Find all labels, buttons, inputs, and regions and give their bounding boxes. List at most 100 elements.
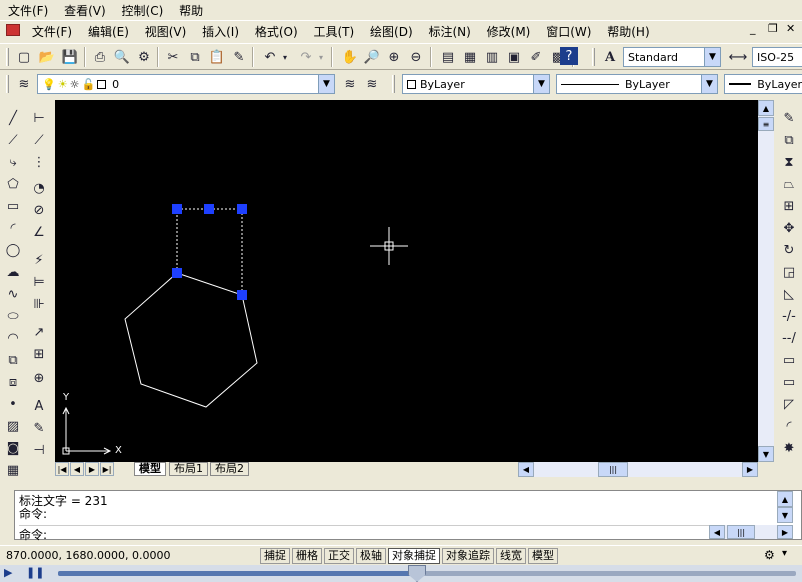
drawing-horizontal-scrollbar[interactable]: ◀ ||| ▶ [518, 462, 758, 477]
make-current-layer-icon[interactable]: ≋ [340, 74, 360, 94]
layer-manager-icon[interactable]: ≋ [14, 74, 34, 94]
tab-layout2[interactable]: 布局2 [210, 462, 249, 476]
rectangle-icon[interactable]: ▭ [3, 196, 23, 216]
dimension-edit-icon[interactable]: A [29, 396, 49, 416]
hatch-icon[interactable]: ▨ [3, 416, 23, 436]
extend-icon[interactable]: --/ [779, 328, 799, 348]
revision-cloud-icon[interactable]: ☁ [3, 262, 23, 282]
menu-file[interactable]: 文件(F) [0, 0, 54, 21]
scroll-thumb[interactable]: ≡ [758, 117, 774, 131]
app-menu-format[interactable]: 格式(O) [249, 21, 304, 42]
layer-previous-icon[interactable]: ≋ [362, 74, 382, 94]
toggle-model[interactable]: 模型 [528, 548, 558, 564]
sun-icon[interactable]: ☀ [58, 78, 68, 91]
scale-icon[interactable]: ◲ [779, 262, 799, 282]
properties-icon[interactable]: ▤ [438, 47, 458, 67]
tab-model[interactable]: 模型 [134, 462, 166, 476]
app-menu-window[interactable]: 窗口(W) [540, 21, 597, 42]
make-block-icon[interactable]: ⧈ [3, 372, 23, 392]
color-select[interactable]: ByLayer ▼ [402, 74, 550, 94]
table-icon[interactable]: ▦ [3, 460, 23, 480]
array-icon[interactable]: ⊞ [779, 196, 799, 216]
print-preview-icon[interactable]: 🔍 [112, 47, 132, 67]
coordinate-readout[interactable]: 870.0000, 1680.0000, 0.0000 [6, 549, 170, 562]
drawing-vertical-scrollbar[interactable]: ▲ ≡ ▼ [758, 100, 774, 462]
match-properties-icon[interactable]: ✎ [229, 47, 249, 67]
tab-layout1[interactable]: 布局1 [169, 462, 208, 476]
grip-point[interactable] [237, 290, 247, 300]
scroll-thumb[interactable]: ||| [727, 525, 755, 539]
command-horizontal-scrollbar[interactable]: ◀ ||| ▶ [709, 525, 793, 539]
copy-object-icon[interactable]: ⧉ [779, 130, 799, 150]
scroll-down-icon[interactable]: ▼ [777, 507, 793, 523]
mirror-icon[interactable]: ⧗ [779, 152, 799, 172]
restore-button[interactable]: ❐ [768, 22, 778, 35]
tab-next-icon[interactable]: ▶ [85, 462, 99, 476]
layer-select[interactable]: 💡 ☀ ☼ 🔓 0 ▼ [37, 74, 335, 94]
point-icon[interactable]: • [3, 394, 23, 414]
app-menu-help[interactable]: 帮助(H) [601, 21, 655, 42]
chamfer-icon[interactable]: ◸ [779, 394, 799, 414]
app-menu-dimension[interactable]: 标注(N) [422, 21, 476, 42]
line-icon[interactable]: ╱ [3, 108, 23, 128]
toggle-snap[interactable]: 捕捉 [260, 548, 290, 564]
polygon-icon[interactable]: ⬠ [3, 174, 23, 194]
lightbulb-icon[interactable]: 💡 [42, 78, 56, 91]
scroll-left-icon[interactable]: ◀ [518, 462, 534, 477]
break-icon[interactable]: ▭ [779, 372, 799, 392]
ellipse-icon[interactable]: ⬭ [3, 306, 23, 326]
arc-icon[interactable]: ◜ [3, 218, 23, 238]
dimension-text-edit-icon[interactable]: ✎ [29, 418, 49, 438]
command-vertical-scrollbar[interactable]: ▲ ▼ [777, 491, 793, 523]
stretch-icon[interactable]: ◺ [779, 284, 799, 304]
ordinate-dimension-icon[interactable]: ⋮ [29, 152, 49, 172]
chevron-down-icon[interactable]: ▼ [533, 75, 549, 93]
radius-dimension-icon[interactable]: ◔ [29, 178, 49, 198]
rotate-icon[interactable]: ↻ [779, 240, 799, 260]
zoom-previous-icon[interactable]: ⊖ [406, 47, 426, 67]
app-menu-draw[interactable]: 绘图(D) [364, 21, 419, 42]
pan-icon[interactable]: ✋ [340, 47, 360, 67]
close-button[interactable]: ✕ [786, 22, 795, 35]
app-menu-modify[interactable]: 修改(M) [481, 21, 537, 42]
design-center-icon[interactable]: ▦ [460, 47, 480, 67]
app-menu-edit[interactable]: 编辑(E) [82, 21, 135, 42]
open-icon[interactable]: 📂 [37, 47, 57, 67]
zoom-window-icon[interactable]: ⊕ [384, 47, 404, 67]
tray-settings-icon[interactable]: ⚙ [764, 548, 775, 562]
text-style-icon[interactable]: A [600, 47, 620, 67]
fillet-icon[interactable]: ◜ [779, 416, 799, 436]
toggle-otrack[interactable]: 对象追踪 [442, 548, 494, 564]
toolbar-grip[interactable] [392, 75, 395, 93]
tolerance-icon[interactable]: ⊞ [29, 344, 49, 364]
new-icon[interactable]: ▢ [14, 47, 34, 67]
menu-control[interactable]: 控制(C) [116, 0, 170, 21]
ellipse-arc-icon[interactable]: ◠ [3, 328, 23, 348]
spline-icon[interactable]: ∿ [3, 284, 23, 304]
break-at-point-icon[interactable]: ▭ [779, 350, 799, 370]
scroll-left-icon[interactable]: ◀ [709, 525, 725, 539]
scroll-up-icon[interactable]: ▲ [758, 100, 774, 116]
toggle-ortho[interactable]: 正交 [324, 548, 354, 564]
scroll-up-icon[interactable]: ▲ [777, 491, 793, 507]
text-style-select[interactable]: Standard ▼ [623, 47, 721, 67]
app-menu-view[interactable]: 视图(V) [139, 21, 193, 42]
sheet-set-icon[interactable]: ▣ [504, 47, 524, 67]
undo-icon[interactable]: ↶ [260, 47, 280, 67]
center-mark-icon[interactable]: ⊕ [29, 368, 49, 388]
tab-first-icon[interactable]: |◀ [55, 462, 69, 476]
publish-icon[interactable]: ⚙ [134, 47, 154, 67]
grip-point[interactable] [172, 268, 182, 278]
quick-dimension-icon[interactable]: ⚡ [29, 250, 49, 270]
lock-icon[interactable]: 🔓 [81, 78, 95, 91]
app-menu-insert[interactable]: 插入(I) [196, 21, 245, 42]
redo-icon[interactable]: ↷ [296, 47, 316, 67]
dimension-update-icon[interactable]: ⊣ [29, 440, 49, 460]
construction-line-icon[interactable]: ⟋ [3, 130, 23, 150]
playback-progress-track[interactable] [58, 571, 796, 576]
drawing-canvas[interactable] [55, 100, 758, 462]
grip-point[interactable] [204, 204, 214, 214]
chevron-down-icon[interactable]: ▼ [704, 48, 720, 66]
toolbar-grip[interactable] [6, 75, 9, 93]
toggle-grid[interactable]: 栅格 [292, 548, 322, 564]
